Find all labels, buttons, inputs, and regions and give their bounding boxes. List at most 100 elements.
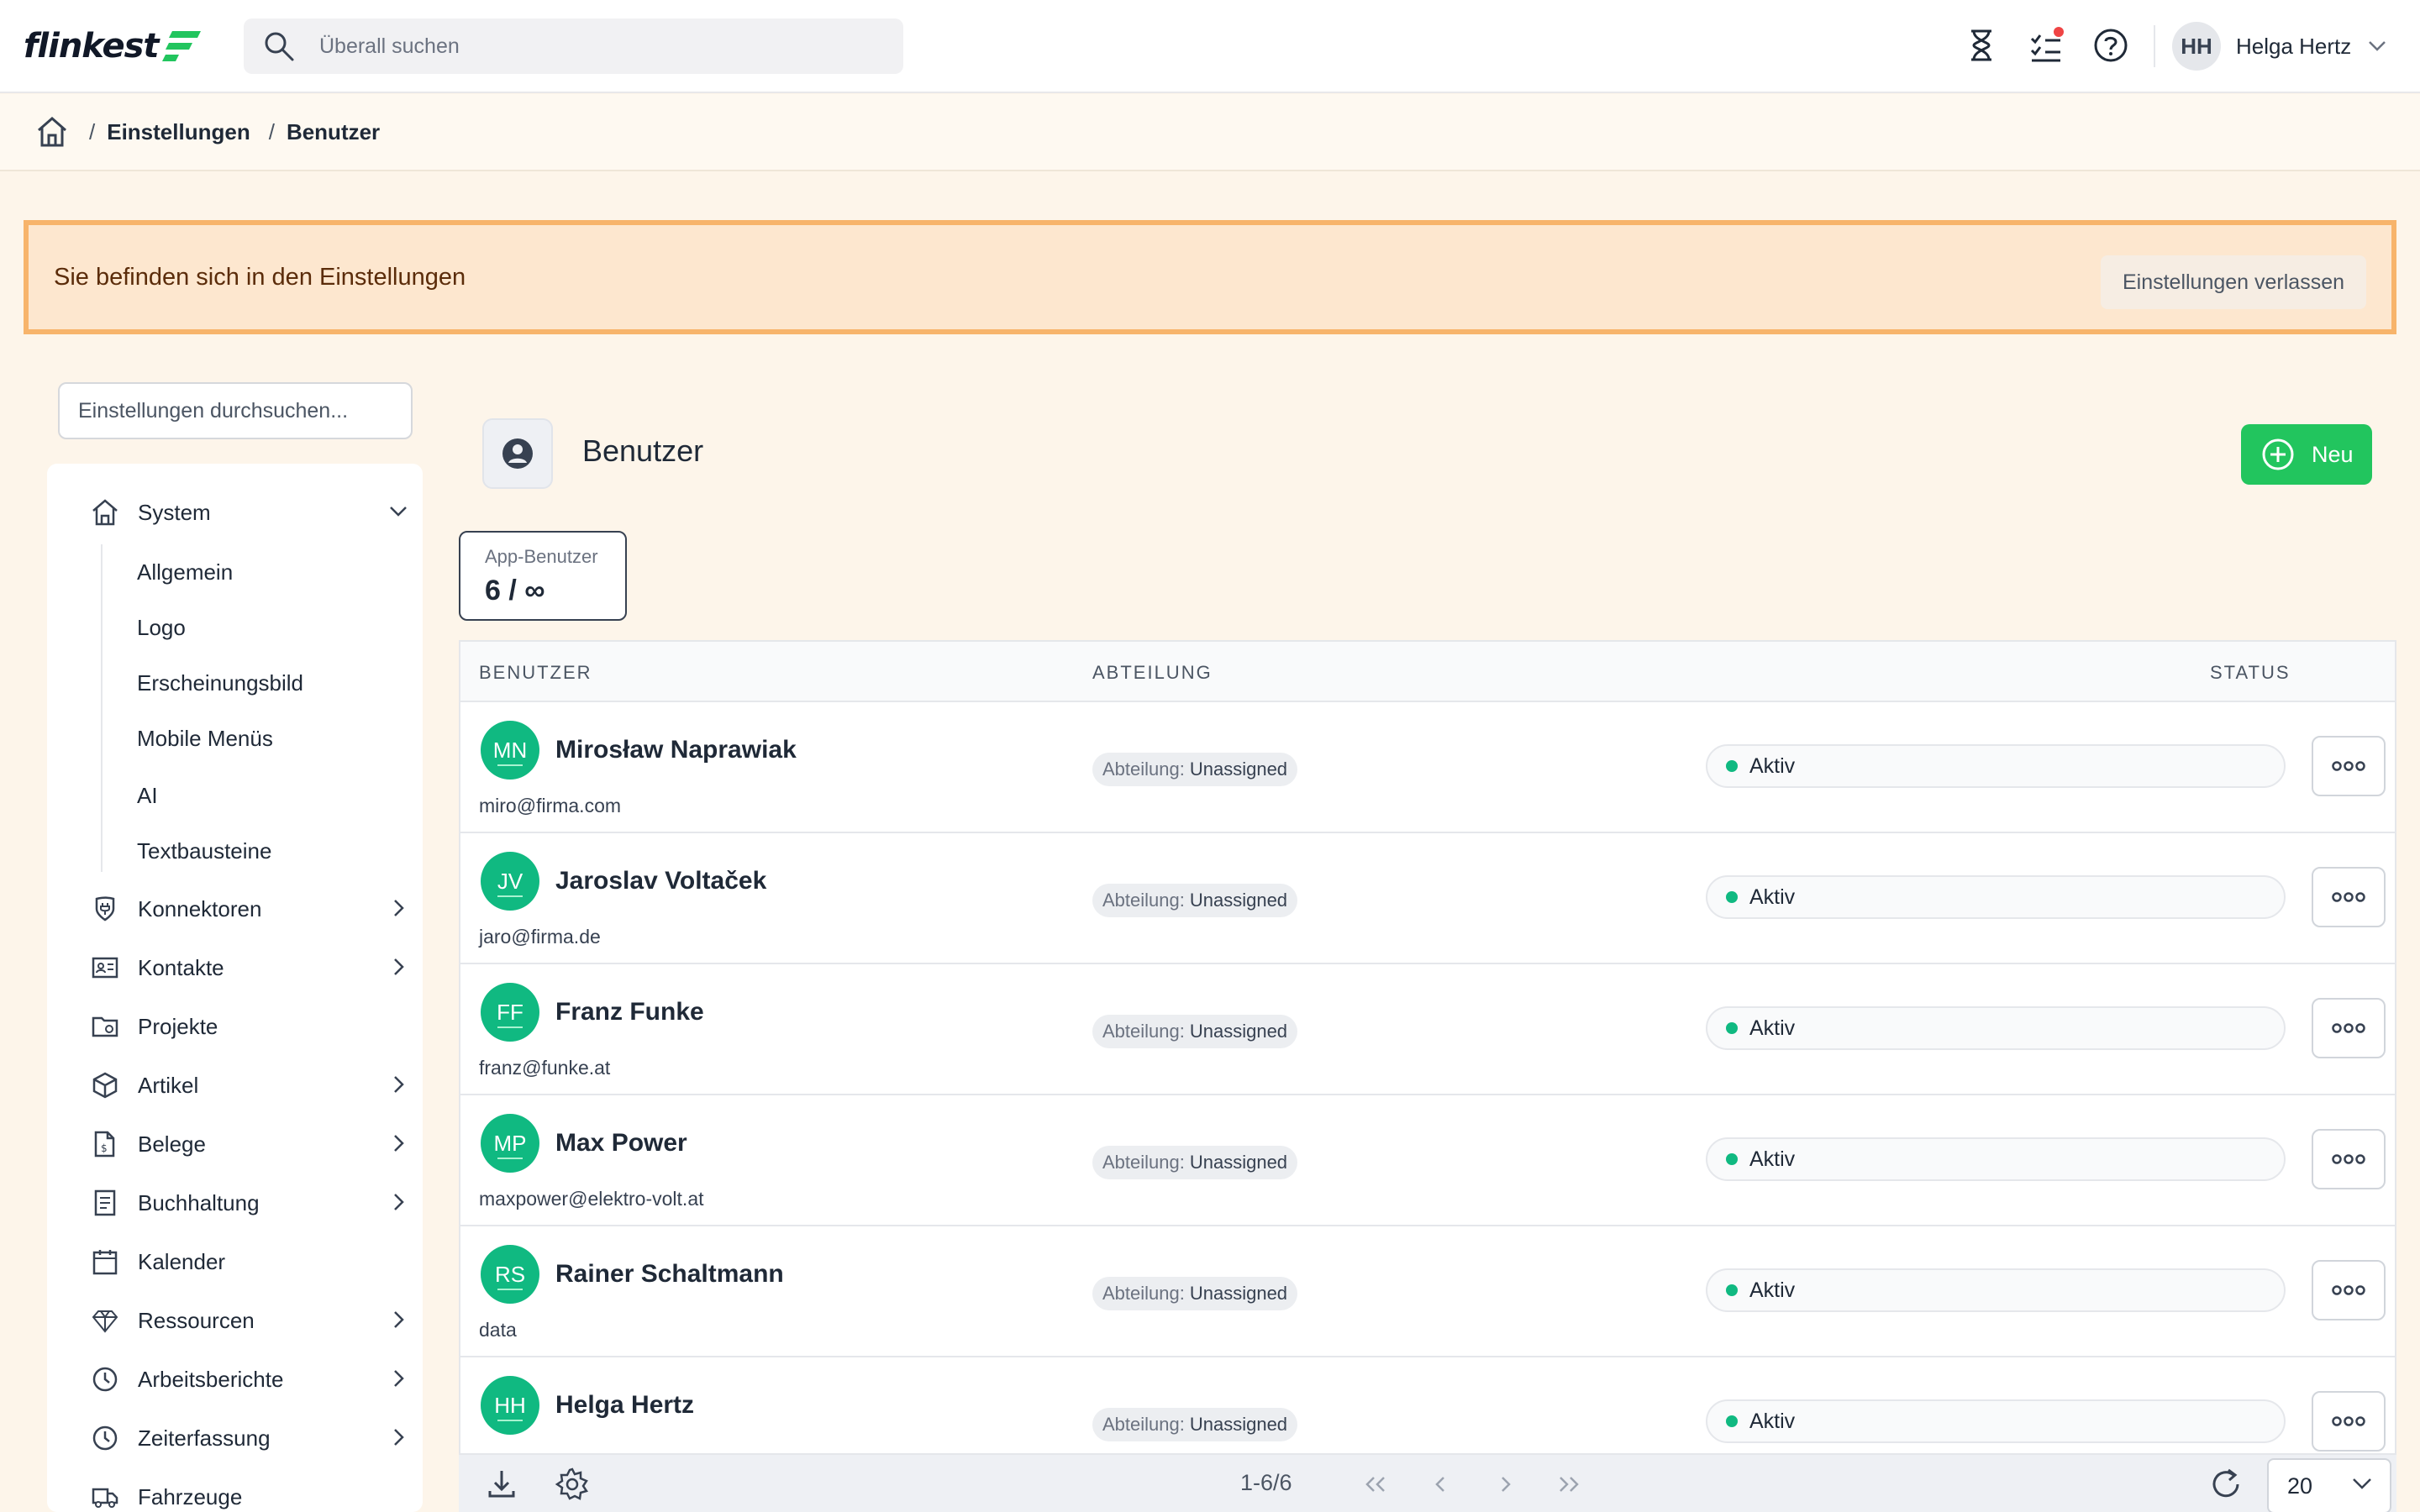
pagination-range: 1-6/6 xyxy=(1240,1470,1292,1495)
leave-settings-button[interactable]: Einstellungen verlassen xyxy=(2101,255,2366,309)
nav-item-ressourcen[interactable]: Ressourcen xyxy=(89,1297,408,1344)
chevron-right-icon xyxy=(394,1135,404,1152)
more-horizontal-icon xyxy=(2332,761,2365,771)
hourglass-icon[interactable] xyxy=(1961,25,2002,66)
nav-subitem-allgemein[interactable]: Allgemein xyxy=(137,559,233,585)
home-icon[interactable] xyxy=(34,113,71,150)
table-row[interactable]: MP Max Power maxpower@elektro-volt.at Abtei… xyxy=(460,1095,2395,1226)
new-user-button[interactable]: Neu xyxy=(2241,424,2372,485)
logo-mark-icon xyxy=(161,31,201,61)
row-actions-button[interactable] xyxy=(2312,736,2386,796)
row-actions-button[interactable] xyxy=(2312,1129,2386,1189)
nav-item-konnektoren[interactable]: Konnektoren xyxy=(89,885,408,932)
nav-item-zeiterfassung[interactable]: Zeiterfassung xyxy=(89,1415,408,1462)
refresh-icon[interactable] xyxy=(2207,1465,2245,1504)
table-row[interactable]: JV Jaroslav Voltaček jaro@firma.de Abteilun… xyxy=(460,833,2395,964)
table-row[interactable]: MN Mirosław Naprawiak miro@firma.com Abteil… xyxy=(460,702,2395,833)
more-horizontal-icon xyxy=(2332,1023,2365,1033)
chevron-down-icon xyxy=(390,507,407,517)
user-menu[interactable]: HH Helga Hertz xyxy=(2172,21,2386,71)
first-page-icon[interactable] xyxy=(1356,1465,1395,1504)
nav-item-kalender[interactable]: Kalender xyxy=(89,1238,408,1285)
global-search-input[interactable]: Überall suchen xyxy=(244,18,903,74)
user-name: Helga Hertz xyxy=(2236,33,2352,59)
download-icon[interactable] xyxy=(482,1465,521,1504)
table-row[interactable]: FF Franz Funke franz@funke.at Abteilung: Una… xyxy=(460,964,2395,1095)
calendar-icon xyxy=(89,1246,121,1278)
status-dot xyxy=(1726,1284,1738,1296)
settings-gear-icon[interactable] xyxy=(553,1465,592,1504)
last-page-icon[interactable] xyxy=(1549,1465,1588,1504)
nav-subitem-mobile-menues[interactable]: Mobile Menüs xyxy=(137,726,273,752)
status-badge: Aktiv xyxy=(1706,1399,2286,1443)
user-name[interactable]: Mirosław Naprawiak xyxy=(555,736,797,764)
more-horizontal-icon xyxy=(2332,1416,2365,1426)
avatar: HH xyxy=(481,1376,539,1435)
breadcrumb-item-einstellungen[interactable]: Einstellungen xyxy=(107,119,250,145)
home-icon xyxy=(89,496,121,528)
chevron-right-icon xyxy=(394,1076,404,1093)
clock-history-icon xyxy=(89,1363,121,1395)
nav-label: Artikel xyxy=(138,1072,199,1098)
status-dot xyxy=(1726,1022,1738,1034)
table-footer: 1-6/6 20 xyxy=(459,1453,2396,1512)
nav-label: Fahrzeuge xyxy=(138,1483,243,1509)
page-size-select[interactable]: 20 xyxy=(2267,1458,2391,1512)
user-name[interactable]: Helga Hertz xyxy=(555,1391,694,1420)
nav-item-fahrzeuge[interactable]: Fahrzeuge xyxy=(89,1473,408,1512)
ledger-icon xyxy=(89,1187,121,1219)
settings-search-input[interactable]: Einstellungen durchsuchen... xyxy=(58,382,413,439)
more-horizontal-icon xyxy=(2332,1154,2365,1164)
department-value: Unassigned xyxy=(1189,1414,1288,1435)
status-text: Aktiv xyxy=(1749,753,1796,778)
nav-item-system[interactable]: System xyxy=(89,489,408,536)
nav-item-projekte[interactable]: Projekte xyxy=(89,1003,408,1050)
department-badge: Abteilung: Unassigned xyxy=(1092,1277,1298,1310)
nav-item-kontakte[interactable]: Kontakte xyxy=(89,944,408,991)
next-page-icon[interactable] xyxy=(1486,1465,1524,1504)
nav-label: Arbeitsberichte xyxy=(138,1366,284,1392)
stat-label: App-Benutzer xyxy=(485,546,598,567)
nav-item-belege[interactable]: $ Belege xyxy=(89,1121,408,1168)
status-dot xyxy=(1726,891,1738,903)
nav-subitem-ai[interactable]: AI xyxy=(137,783,158,809)
department-badge: Abteilung: Unassigned xyxy=(1092,1146,1298,1179)
status-badge: Aktiv xyxy=(1706,1006,2286,1050)
breadcrumb-separator: / xyxy=(268,118,275,144)
row-actions-button[interactable] xyxy=(2312,1260,2386,1320)
table-row[interactable]: RS Rainer Schaltmann data Abteilung: Unassig… xyxy=(460,1226,2395,1357)
user-name[interactable]: Rainer Schaltmann xyxy=(555,1260,784,1289)
nav-item-buchhaltung[interactable]: Buchhaltung xyxy=(89,1179,408,1226)
status-dot xyxy=(1726,760,1738,772)
row-actions-button[interactable] xyxy=(2312,867,2386,927)
nav-subitem-textbausteine[interactable]: Textbausteine xyxy=(137,838,271,864)
department-key: Abteilung: xyxy=(1102,890,1185,911)
row-actions-button[interactable] xyxy=(2312,1391,2386,1452)
nav-label: Buchhaltung xyxy=(138,1189,260,1215)
user-name[interactable]: Jaroslav Voltaček xyxy=(555,867,766,895)
row-actions-button[interactable] xyxy=(2312,998,2386,1058)
app-users-stat: App-Benutzer 6 / ∞ xyxy=(459,531,627,621)
department-value: Unassigned xyxy=(1189,890,1288,911)
nav-item-artikel[interactable]: Artikel xyxy=(89,1062,408,1109)
nav-item-arbeitsberichte[interactable]: Arbeitsberichte xyxy=(89,1356,408,1403)
column-header-abteilung[interactable]: ABTEILUNG xyxy=(1092,662,1213,684)
user-name[interactable]: Franz Funke xyxy=(555,998,704,1026)
column-header-status[interactable]: STATUS xyxy=(2210,662,2291,684)
status-text: Aktiv xyxy=(1749,885,1796,909)
nav-subitem-erscheinungsbild[interactable]: Erscheinungsbild xyxy=(137,670,303,696)
users-table: BENUTZER ABTEILUNG STATUS MN Mirosław Nap… xyxy=(459,640,2396,1512)
previous-page-icon[interactable] xyxy=(1422,1465,1460,1504)
department-value: Unassigned xyxy=(1189,759,1288,780)
nav-label: Zeiterfassung xyxy=(138,1425,271,1451)
department-value: Unassigned xyxy=(1189,1152,1288,1173)
svg-text:$: $ xyxy=(101,1142,108,1154)
nav-label: Ressourcen xyxy=(138,1307,255,1333)
column-header-benutzer[interactable]: BENUTZER xyxy=(479,662,592,684)
user-name[interactable]: Max Power xyxy=(555,1129,687,1158)
cube-icon xyxy=(89,1069,121,1101)
app-logo[interactable]: flinkest xyxy=(24,25,203,67)
nav-subitem-logo[interactable]: Logo xyxy=(137,615,186,641)
tasks-icon[interactable] xyxy=(2027,25,2067,66)
help-icon[interactable] xyxy=(2091,25,2131,66)
